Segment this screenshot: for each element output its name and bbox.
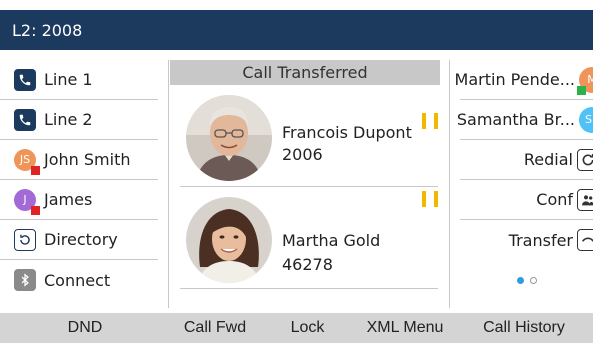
caller-name: Martha Gold bbox=[282, 231, 381, 250]
presence-busy-indicator bbox=[31, 165, 40, 175]
line-key-2[interactable]: Line 2 bbox=[0, 100, 158, 140]
caller-number: 2006 bbox=[282, 145, 323, 164]
softkey-dnd[interactable]: DND bbox=[0, 319, 170, 337]
directory-icon bbox=[14, 228, 36, 251]
left-key-panel: Line 1 Line 2 JS John Smith J James Dire… bbox=[0, 60, 168, 308]
status-bar: L2: 2008 bbox=[0, 10, 593, 50]
directory-label: Directory bbox=[44, 230, 118, 249]
presence-busy-indicator bbox=[31, 205, 40, 215]
softkey-xml-menu[interactable]: XML Menu bbox=[355, 319, 455, 337]
avatar-initials: JS bbox=[19, 153, 31, 166]
presence-available-indicator bbox=[577, 85, 586, 95]
softkey-bar: DND Call Fwd Lock XML Menu Call History bbox=[0, 313, 593, 343]
transfer-key[interactable]: Transfer bbox=[460, 220, 593, 260]
speed-dial-label: James bbox=[44, 190, 93, 209]
softkey-lock[interactable]: Lock bbox=[260, 319, 355, 337]
conference-icon bbox=[577, 188, 593, 211]
avatar-initials: J bbox=[23, 193, 27, 206]
caller-number: 46278 bbox=[282, 255, 333, 274]
call-panel: Call Transferred Francois Dupont 2006 Ma… bbox=[170, 60, 448, 308]
line-key-1-label: Line 1 bbox=[44, 70, 93, 89]
connect-key[interactable]: Connect bbox=[0, 260, 158, 300]
softkey-call-fwd[interactable]: Call Fwd bbox=[170, 319, 260, 337]
divider bbox=[449, 60, 450, 308]
call-entry-2[interactable]: Martha Gold 46278 bbox=[180, 187, 438, 289]
speed-dial-label: John Smith bbox=[44, 150, 131, 169]
avatar: JS bbox=[14, 148, 40, 175]
hold-icon bbox=[422, 113, 438, 129]
conference-key[interactable]: Conf bbox=[460, 180, 593, 220]
page-indicator[interactable] bbox=[460, 260, 593, 300]
transfer-icon bbox=[577, 229, 593, 251]
speed-dial-john-smith[interactable]: JS John Smith bbox=[0, 140, 158, 180]
status-title: L2: 2008 bbox=[12, 20, 83, 40]
caller-photo bbox=[186, 95, 272, 181]
page-dot-inactive[interactable] bbox=[529, 276, 537, 284]
divider bbox=[168, 60, 169, 308]
right-key-panel: Martin Pende... M Samantha Br... SE Redi… bbox=[452, 60, 593, 308]
speed-dial-martin[interactable]: Martin Pende... M bbox=[455, 60, 593, 100]
hold-icon bbox=[422, 191, 438, 207]
connect-label: Connect bbox=[44, 270, 111, 290]
caller-photo bbox=[186, 197, 272, 283]
conference-label: Conf bbox=[536, 190, 573, 209]
softkey-call-history[interactable]: Call History bbox=[455, 319, 593, 337]
directory-key[interactable]: Directory bbox=[0, 220, 158, 260]
speed-dial-james[interactable]: J James bbox=[0, 180, 158, 220]
avatar: M bbox=[577, 66, 593, 95]
line-key-2-label: Line 2 bbox=[44, 110, 93, 129]
speed-dial-label: Samantha Br... bbox=[456, 110, 575, 129]
page-dot-active[interactable] bbox=[516, 276, 524, 284]
caller-name: Francois Dupont bbox=[282, 123, 412, 142]
redial-icon bbox=[577, 148, 593, 171]
avatar: SE bbox=[579, 106, 593, 133]
line-key-1[interactable]: Line 1 bbox=[0, 60, 158, 100]
speed-dial-samantha[interactable]: Samantha Br... SE bbox=[456, 100, 593, 140]
speed-dial-label: Martin Pende... bbox=[454, 70, 575, 89]
avatar-initials: SE bbox=[585, 113, 593, 126]
avatar: J bbox=[14, 188, 40, 215]
bluetooth-icon bbox=[14, 269, 36, 291]
phone-icon bbox=[14, 68, 36, 91]
redial-key[interactable]: Redial bbox=[460, 140, 593, 180]
phone-icon bbox=[14, 108, 36, 131]
redial-label: Redial bbox=[523, 150, 573, 169]
call-status-header: Call Transferred bbox=[170, 60, 440, 85]
call-entry-1[interactable]: Francois Dupont 2006 bbox=[180, 85, 438, 187]
avatar-initials: M bbox=[587, 73, 593, 86]
transfer-label: Transfer bbox=[508, 230, 573, 250]
